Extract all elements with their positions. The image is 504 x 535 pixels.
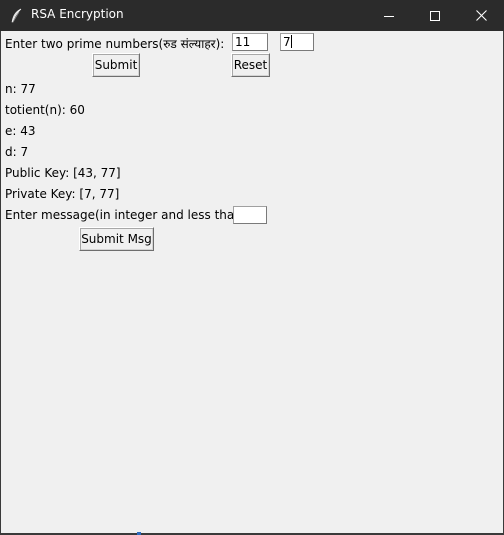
d-value: d: 7 bbox=[5, 145, 29, 159]
close-button[interactable] bbox=[458, 0, 504, 31]
private-key-value: Private Key: [7, 77] bbox=[5, 187, 120, 201]
submit-msg-button[interactable]: Submit Msg bbox=[79, 227, 154, 251]
submit-button[interactable]: Submit bbox=[92, 53, 140, 77]
minimize-icon bbox=[384, 11, 394, 21]
message-label: Enter message(in integer and less than n… bbox=[5, 208, 263, 222]
prime2-input[interactable]: 7 bbox=[280, 33, 314, 51]
feather-icon bbox=[10, 8, 24, 24]
maximize-button[interactable] bbox=[412, 0, 458, 31]
close-icon bbox=[475, 10, 487, 21]
reset-button[interactable]: Reset bbox=[231, 53, 270, 77]
prime1-value: 11 bbox=[235, 35, 251, 49]
minimize-button[interactable] bbox=[366, 0, 412, 31]
text-cursor bbox=[290, 35, 292, 48]
window-content: Enter two prime numbers(रुड संल्याहर): 1… bbox=[0, 31, 504, 535]
prime2-value: 7 bbox=[283, 35, 291, 49]
window-title: RSA Encryption bbox=[31, 7, 124, 21]
totient-value: totient(n): 60 bbox=[5, 103, 85, 117]
maximize-icon bbox=[430, 10, 440, 21]
message-input[interactable] bbox=[233, 206, 267, 224]
prime1-input[interactable]: 11 bbox=[232, 33, 268, 51]
title-bar[interactable]: RSA Encryption bbox=[0, 0, 504, 31]
n-value: n: 77 bbox=[5, 82, 36, 96]
e-value: e: 43 bbox=[5, 124, 36, 138]
public-key-value: Public Key: [43, 77] bbox=[5, 166, 121, 180]
primes-label: Enter two prime numbers(रुड संल्याहर): bbox=[5, 37, 225, 51]
